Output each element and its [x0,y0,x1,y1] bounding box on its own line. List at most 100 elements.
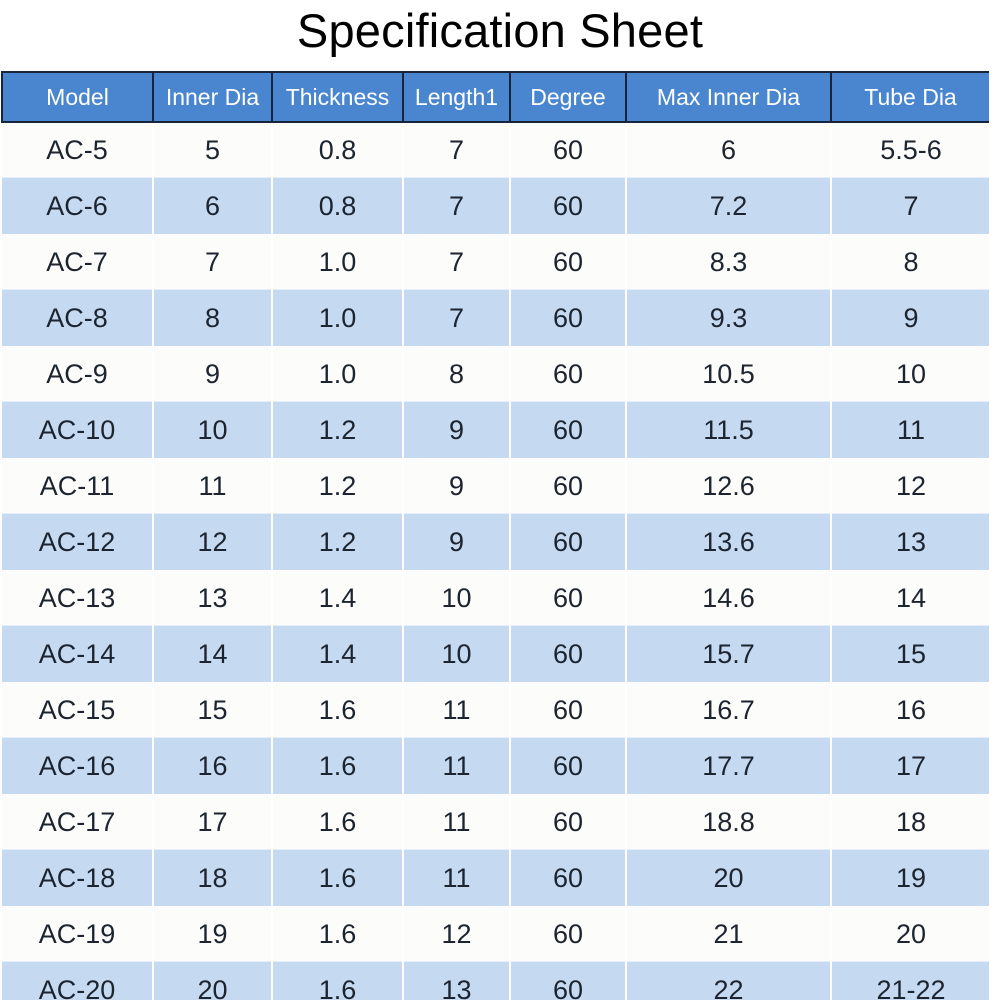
cell-degree: 60 [510,738,627,794]
cell-max-inner-dia: 18.8 [626,794,832,850]
cell-tube-dia: 20 [831,906,989,962]
cell-degree: 60 [510,682,627,738]
cell-tube-dia: 7 [831,178,989,234]
cell-inner-dia: 6 [153,178,273,234]
cell-length1: 9 [403,402,511,458]
table-row[interactable]: AC-12 12 1.2 9 60 13.6 13 [2,514,989,570]
cell-inner-dia: 19 [153,906,273,962]
table-row[interactable]: AC-20 20 1.6 13 60 22 21-22 [2,962,989,1000]
table-row[interactable]: AC-6 6 0.8 7 60 7.2 7 [2,178,989,234]
cell-max-inner-dia: 9.3 [626,290,832,346]
cell-length1: 11 [403,738,511,794]
cell-model: AC-7 [2,234,154,290]
cell-thickness: 1.2 [272,514,404,570]
cell-length1: 11 [403,794,511,850]
cell-model: AC-15 [2,682,154,738]
table-row[interactable]: AC-10 10 1.2 9 60 11.5 11 [2,402,989,458]
cell-inner-dia: 15 [153,682,273,738]
table-row[interactable]: AC-16 16 1.6 11 60 17.7 17 [2,738,989,794]
cell-inner-dia: 18 [153,850,273,906]
table-row[interactable]: AC-17 17 1.6 11 60 18.8 18 [2,794,989,850]
cell-model: AC-19 [2,906,154,962]
table-row[interactable]: AC-5 5 0.8 7 60 6 5.5-6 [2,122,989,178]
cell-inner-dia: 8 [153,290,273,346]
cell-max-inner-dia: 7.2 [626,178,832,234]
cell-tube-dia: 9 [831,290,989,346]
cell-inner-dia: 11 [153,458,273,514]
cell-inner-dia: 14 [153,626,273,682]
cell-model: AC-11 [2,458,154,514]
table-row[interactable]: AC-7 7 1.0 7 60 8.3 8 [2,234,989,290]
cell-tube-dia: 13 [831,514,989,570]
cell-length1: 11 [403,682,511,738]
cell-degree: 60 [510,122,627,178]
cell-model: AC-12 [2,514,154,570]
cell-thickness: 1.6 [272,738,404,794]
cell-max-inner-dia: 16.7 [626,682,832,738]
cell-length1: 11 [403,850,511,906]
cell-max-inner-dia: 11.5 [626,402,832,458]
cell-max-inner-dia: 21 [626,906,832,962]
cell-max-inner-dia: 17.7 [626,738,832,794]
column-header-inner-dia[interactable]: Inner Dia [152,71,273,123]
column-header-model[interactable]: Model [1,71,154,123]
cell-max-inner-dia: 6 [626,122,832,178]
cell-max-inner-dia: 22 [626,962,832,1000]
cell-thickness: 1.0 [272,346,404,402]
cell-length1: 7 [403,234,511,290]
cell-inner-dia: 16 [153,738,273,794]
cell-tube-dia: 21-22 [831,962,989,1000]
table-header-row: Model Inner Dia Thickness Length1 Degree… [1,71,989,123]
table-body: AC-5 5 0.8 7 60 6 5.5-6 AC-6 6 0.8 7 60 7.2 7 AC-7 7 1.0… [2,122,989,1000]
cell-inner-dia: 13 [153,570,273,626]
specification-table: Model Inner Dia Thickness Length1 Degree… [1,71,989,1000]
cell-model: AC-6 [2,178,154,234]
cell-length1: 13 [403,962,511,1000]
page-title: Specification Sheet [296,4,704,57]
cell-inner-dia: 12 [153,514,273,570]
cell-model: AC-13 [2,570,154,626]
cell-thickness: 1.6 [272,850,404,906]
cell-length1: 10 [403,570,511,626]
cell-model: AC-16 [2,738,154,794]
table-row[interactable]: AC-18 18 1.6 11 60 20 19 [2,850,989,906]
table-row[interactable]: AC-9 9 1.0 8 60 10.5 10 [2,346,989,402]
column-header-tube-dia[interactable]: Tube Dia [830,71,989,123]
cell-thickness: 1.0 [272,290,404,346]
column-header-length1[interactable]: Length1 [402,71,511,123]
cell-model: AC-18 [2,850,154,906]
cell-length1: 9 [403,514,511,570]
cell-model: AC-10 [2,402,154,458]
table-header: Model Inner Dia Thickness Length1 Degree… [1,71,989,123]
cell-tube-dia: 8 [831,234,989,290]
cell-degree: 60 [510,570,627,626]
column-header-degree[interactable]: Degree [509,71,627,123]
cell-degree: 60 [510,626,627,682]
column-header-max-inner-dia[interactable]: Max Inner Dia [625,71,832,123]
cell-model: AC-14 [2,626,154,682]
table-row[interactable]: AC-13 13 1.4 10 60 14.6 14 [2,570,989,626]
cell-degree: 60 [510,178,627,234]
cell-inner-dia: 5 [153,122,273,178]
cell-length1: 8 [403,346,511,402]
cell-length1: 12 [403,906,511,962]
cell-tube-dia: 10 [831,346,989,402]
table-row[interactable]: AC-11 11 1.2 9 60 12.6 12 [2,458,989,514]
table-row[interactable]: AC-15 15 1.6 11 60 16.7 16 [2,682,989,738]
cell-inner-dia: 17 [153,794,273,850]
column-header-thickness[interactable]: Thickness [271,71,404,123]
table-row[interactable]: AC-19 19 1.6 12 60 21 20 [2,906,989,962]
cell-tube-dia: 11 [831,402,989,458]
cell-model: AC-5 [2,122,154,178]
table-row[interactable]: AC-8 8 1.0 7 60 9.3 9 [2,290,989,346]
cell-model: AC-20 [2,962,154,1000]
cell-thickness: 1.4 [272,626,404,682]
cell-max-inner-dia: 13.6 [626,514,832,570]
cell-max-inner-dia: 12.6 [626,458,832,514]
cell-degree: 60 [510,402,627,458]
cell-max-inner-dia: 8.3 [626,234,832,290]
table-row[interactable]: AC-14 14 1.4 10 60 15.7 15 [2,626,989,682]
cell-length1: 7 [403,178,511,234]
cell-tube-dia: 19 [831,850,989,906]
cell-degree: 60 [510,794,627,850]
